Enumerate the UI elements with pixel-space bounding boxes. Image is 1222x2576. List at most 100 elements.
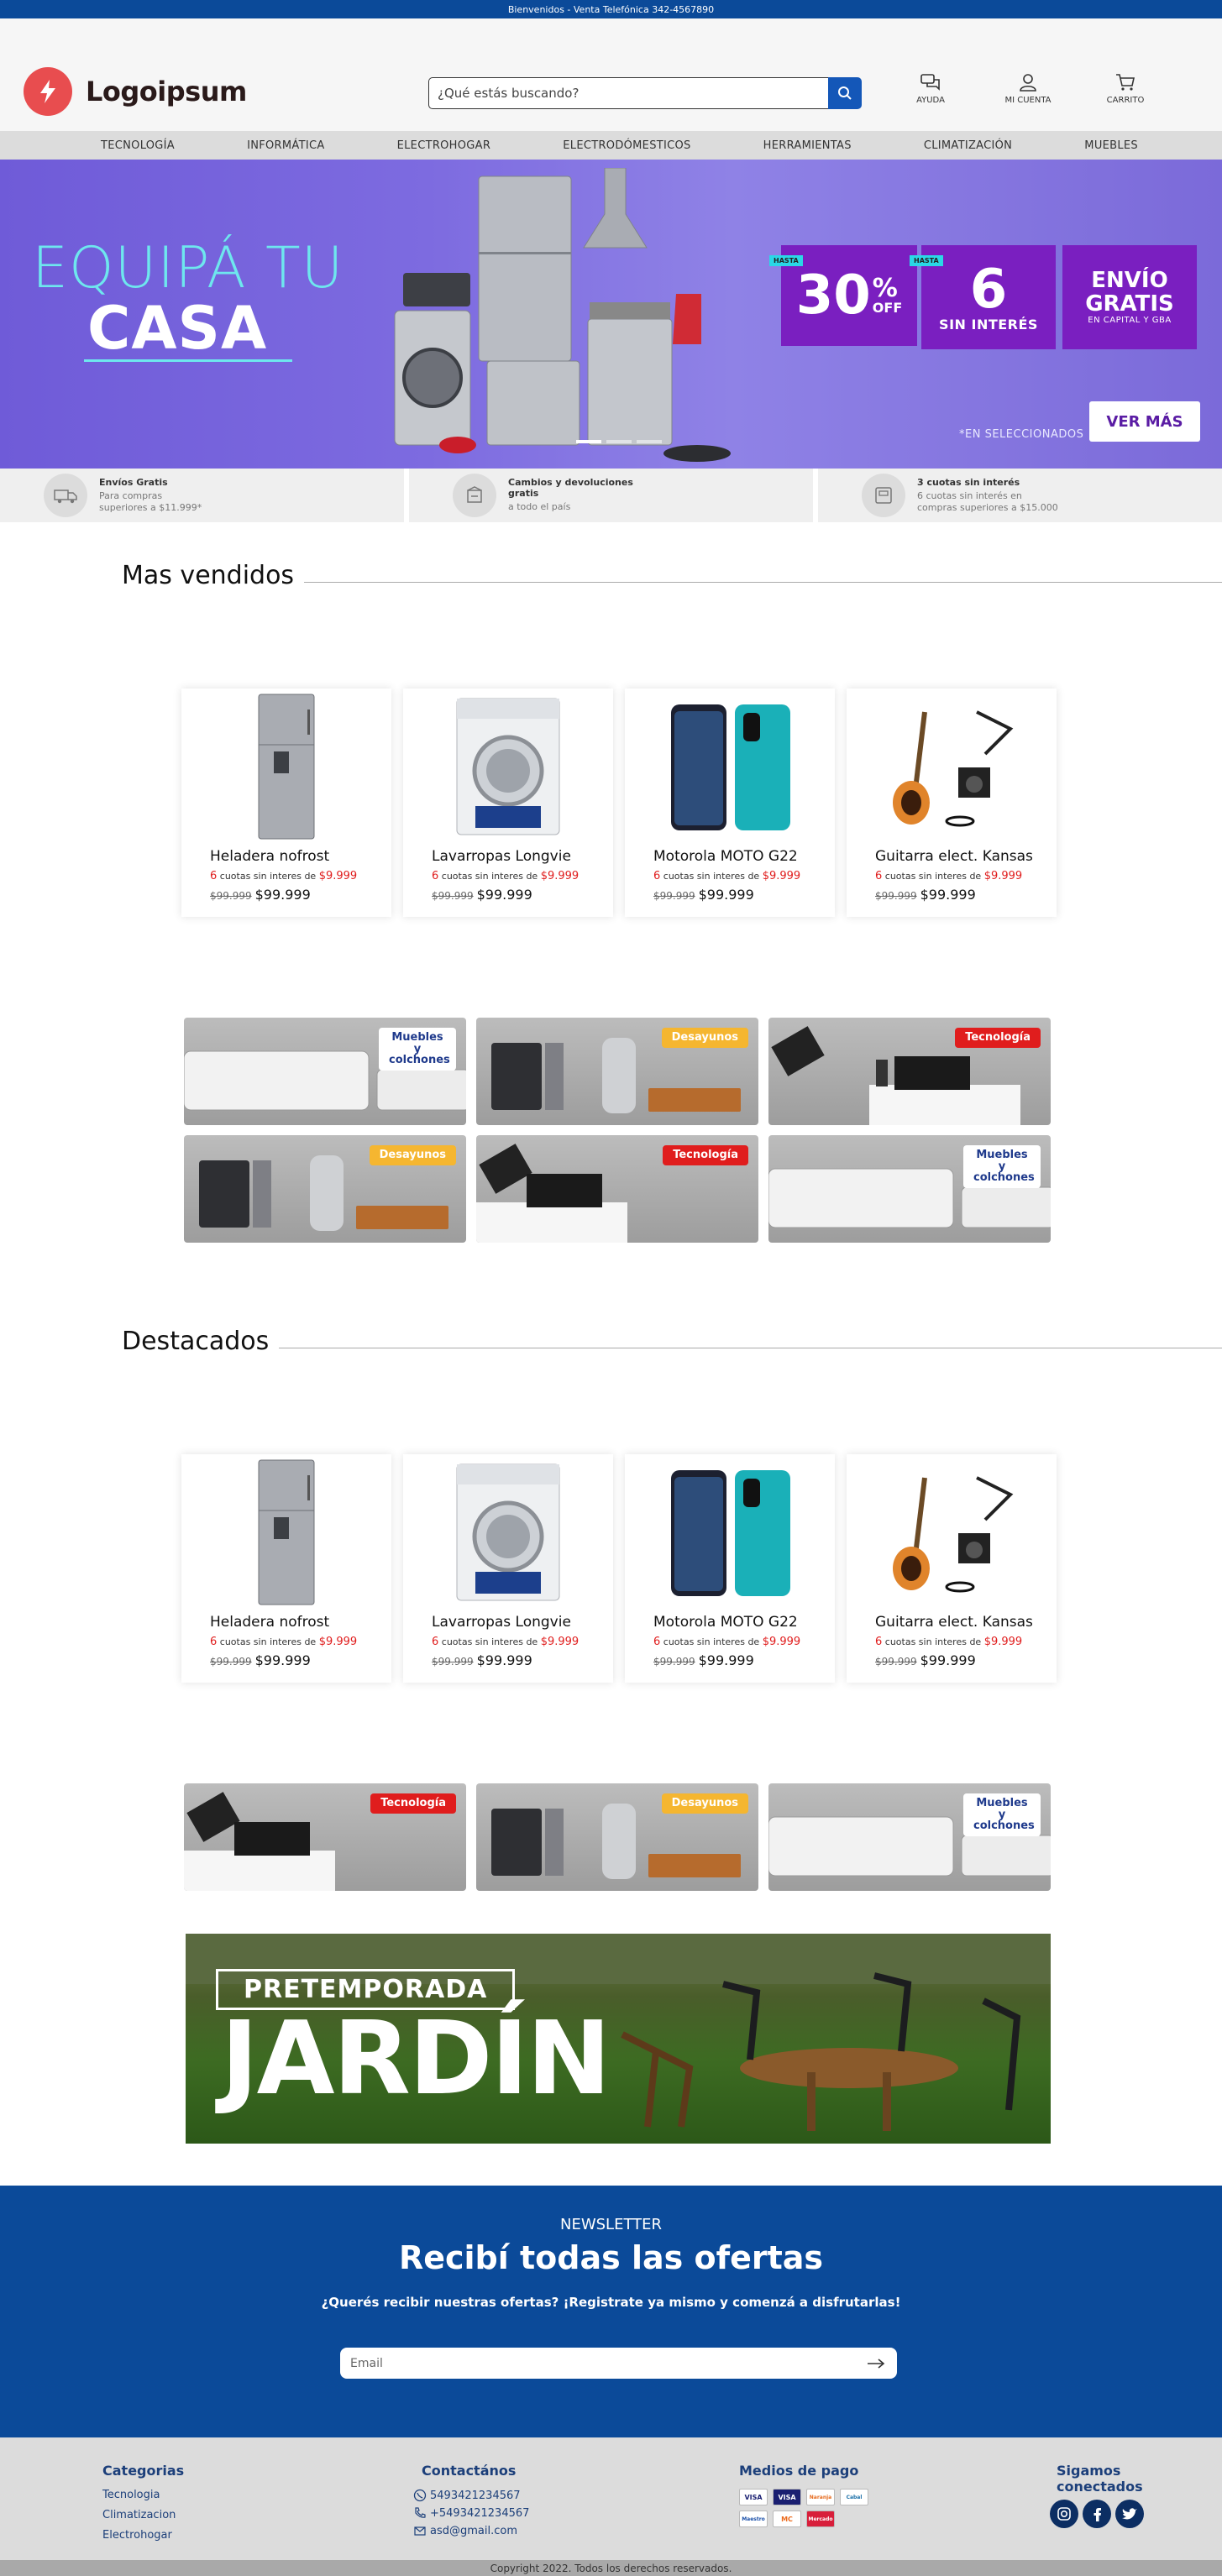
footer-link[interactable]: Tecnologia — [102, 2489, 184, 2501]
old-price: $99.999 — [432, 890, 474, 902]
footer-categories: Categorias Tecnologia Climatizacion Elec… — [102, 2463, 184, 2549]
banner-desayunos[interactable]: Desayunos — [184, 1135, 466, 1243]
nav-item-informatica[interactable]: INFORMÁTICA — [247, 139, 324, 152]
product-prices: $99.999 $99.999 — [210, 887, 311, 903]
user-icon — [1020, 74, 1036, 92]
promo-free-shipping-title: ENVÍO GRATIS — [1085, 268, 1174, 317]
installments-text: cuotas sin interes de — [219, 871, 317, 882]
product-name: Heladera nofrost — [210, 848, 330, 865]
visa-debit-icon: VISA — [773, 2489, 801, 2505]
installment-price: $9.999 — [540, 1636, 580, 1648]
banner-muebles[interactable]: Muebles y colchones — [184, 1018, 466, 1125]
banner-tag: Tecnología — [370, 1793, 456, 1814]
search-button[interactable] — [828, 77, 862, 109]
banner-muebles[interactable]: Muebles y colchones — [768, 1135, 1051, 1243]
product-card[interactable]: Lavarropas Longvie 6 cuotas sin interes … — [403, 689, 613, 917]
product-prices: $99.999 $99.999 — [653, 1652, 754, 1668]
account-link[interactable]: MI CUENTA — [999, 72, 1057, 105]
category-nav: TECNOLOGÍA INFORMÁTICA ELECTROHOGAR ELEC… — [0, 131, 1222, 160]
old-price: $99.999 — [875, 890, 917, 902]
contact-whatsapp[interactable]: 5493421234567 — [413, 2489, 529, 2502]
product-card[interactable]: Heladera nofrost 6 cuotas sin interes de… — [181, 1454, 391, 1683]
banner-desayunos[interactable]: Desayunos — [476, 1783, 758, 1891]
installments-text: cuotas sin interes de — [663, 1636, 760, 1647]
promo-discount-tag: HASTA — [769, 255, 803, 266]
search-input[interactable] — [428, 77, 828, 109]
contact-email[interactable]: asd@gmail.com — [413, 2524, 529, 2537]
nav-item-climatizacion[interactable]: CLIMATIZACIÓN — [924, 139, 1012, 152]
nav-item-electrohogar[interactable]: ELECTROHOGAR — [397, 139, 491, 152]
banner-tecnologia[interactable]: Tecnología — [184, 1783, 466, 1891]
contact-value: +5493421234567 — [430, 2506, 530, 2520]
divider — [304, 582, 1222, 583]
subscribe-button[interactable] — [855, 2348, 897, 2379]
banner-desayunos[interactable]: Desayunos — [476, 1018, 758, 1125]
garden-banner[interactable]: PRETEMPORADA JARDÍN — [186, 1934, 1051, 2144]
social-links — [1050, 2500, 1149, 2529]
section-title: Mas vendidos — [122, 561, 295, 590]
appliances-image — [394, 168, 731, 462]
nav-item-muebles[interactable]: MUEBLES — [1084, 139, 1138, 152]
installment-price: $9.999 — [983, 1636, 1023, 1648]
installments-count: 6 — [653, 870, 661, 882]
footer: Categorias Tecnologia Climatizacion Elec… — [0, 2437, 1222, 2560]
installments-count: 6 — [653, 1636, 661, 1648]
old-price: $99.999 — [210, 1656, 252, 1668]
facebook-icon[interactable] — [1083, 2500, 1111, 2529]
category-banners: Muebles y colchones Desayunos Tecnología… — [184, 1018, 1051, 1243]
old-price: $99.999 — [653, 890, 695, 902]
footer-link[interactable]: Electrohogar — [102, 2529, 184, 2542]
price: $99.999 — [254, 1652, 311, 1668]
arrow-right-icon — [868, 2358, 885, 2369]
installments-count: 6 — [432, 1636, 439, 1648]
washer-image — [403, 1458, 613, 1607]
copyright-text: Copyright 2022. Todos los derechos reser… — [490, 2562, 732, 2574]
hero-banner[interactable]: EQUIPÁ TU CASA HASTA 30 % OFF HASTA 6 SI… — [0, 160, 1222, 469]
product-card[interactable]: Guitarra elect. Kansas 6 cuotas sin inte… — [847, 1454, 1057, 1683]
slider-dot[interactable] — [606, 440, 632, 443]
benefit-shipping: Envíos Gratis Para compras superiores a … — [0, 469, 404, 522]
nav-item-tecnologia[interactable]: TECNOLOGÍA — [101, 139, 175, 152]
whatsapp-icon — [413, 2489, 427, 2502]
promo-discount-value: 30 — [795, 264, 871, 327]
contact-phone[interactable]: +5493421234567 — [413, 2506, 529, 2520]
product-prices: $99.999 $99.999 — [653, 887, 754, 903]
help-link[interactable]: AYUDA — [901, 72, 960, 105]
naranja-icon: Naranja — [806, 2489, 835, 2505]
footer-heading: Medios de pago — [739, 2463, 859, 2479]
featured-header: Destacados — [122, 1327, 1222, 1356]
price: $99.999 — [254, 887, 311, 903]
old-price: $99.999 — [653, 1656, 695, 1668]
email-field[interactable] — [340, 2356, 855, 2370]
cart-link[interactable]: CARRITO — [1096, 72, 1155, 105]
nav-item-herramientas[interactable]: HERRAMIENTAS — [763, 139, 852, 152]
phone-image — [625, 1458, 835, 1607]
product-card[interactable]: Heladera nofrost 6 cuotas sin interes de… — [181, 689, 391, 917]
product-name: Lavarropas Longvie — [432, 1614, 571, 1631]
footer-link[interactable]: Climatizacion — [102, 2509, 184, 2521]
product-card[interactable]: Motorola MOTO G22 6 cuotas sin interes d… — [625, 689, 835, 917]
twitter-icon[interactable] — [1115, 2500, 1144, 2529]
promo-installments-tag: HASTA — [910, 255, 943, 266]
truck-icon — [44, 474, 87, 517]
banner-tecnologia[interactable]: Tecnología — [476, 1135, 758, 1243]
cart-label: CARRITO — [1106, 96, 1145, 105]
logo[interactable]: Logoipsum — [24, 67, 247, 116]
footer-heading: Sigamos conectados — [1057, 2463, 1143, 2495]
banner-muebles[interactable]: Muebles y colchones — [768, 1783, 1051, 1891]
hero-cta-button[interactable]: VER MÁS — [1089, 401, 1200, 442]
contact-value: asd@gmail.com — [430, 2524, 517, 2537]
slider-dot[interactable] — [576, 440, 601, 443]
price: $99.999 — [920, 887, 976, 903]
banner-tecnologia[interactable]: Tecnología — [768, 1018, 1051, 1125]
product-card[interactable]: Guitarra elect. Kansas 6 cuotas sin inte… — [847, 689, 1057, 917]
installments-count: 6 — [210, 870, 218, 882]
product-card[interactable]: Motorola MOTO G22 6 cuotas sin interes d… — [625, 1454, 835, 1683]
instagram-icon[interactable] — [1050, 2500, 1078, 2529]
nav-item-electrodomesticos[interactable]: ELECTRODÓMESTICOS — [563, 139, 690, 152]
brand-name: Logoipsum — [86, 76, 247, 107]
slider-dot[interactable] — [637, 440, 662, 443]
product-prices: $99.999 $99.999 — [432, 1652, 532, 1668]
product-card[interactable]: Lavarropas Longvie 6 cuotas sin interes … — [403, 1454, 613, 1683]
product-installments: 6 cuotas sin interes de $9.999 — [210, 870, 357, 882]
